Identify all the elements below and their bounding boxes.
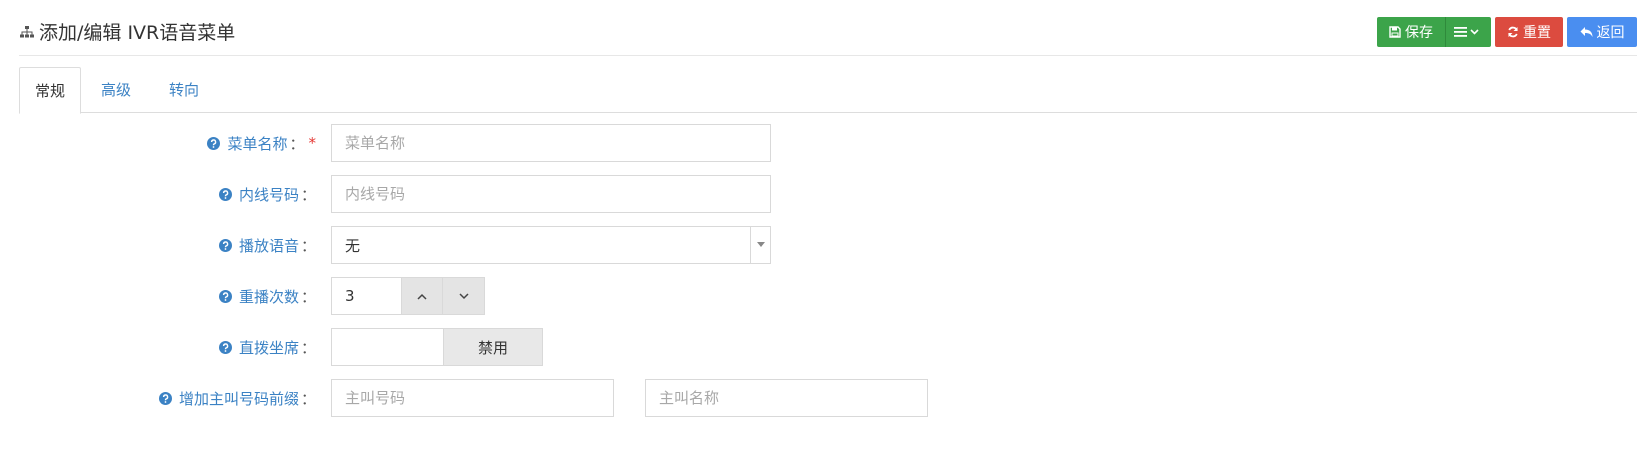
tab-redirect[interactable]: 转向 [153, 67, 215, 113]
refresh-icon [1508, 26, 1518, 38]
extension-label-text: 内线号码 [238, 185, 299, 204]
menu-name-input[interactable] [331, 124, 771, 162]
play-voice-select[interactable]: 无 [331, 226, 771, 264]
toolbar: 保存 重置 返回 [1377, 17, 1637, 47]
question-circle-icon[interactable] [218, 187, 232, 201]
play-voice-label-text: 播放语音 [238, 236, 299, 255]
form-row-caller-prefix: 增加主叫号码前缀 ： [0, 379, 1650, 417]
caller-prefix-label: 增加主叫号码前缀 ： [158, 379, 316, 417]
sitemap-icon [19, 24, 35, 40]
tab-general[interactable]: 常规 [19, 67, 81, 114]
menu-name-label: 菜单名称 ： * [207, 124, 316, 162]
chevron-up-icon [417, 293, 427, 300]
tab-advanced[interactable]: 高级 [85, 67, 147, 113]
tab-bar: 常规 高级 转向 [19, 67, 1637, 114]
play-voice-selected-value: 无 [345, 236, 361, 255]
increment-button[interactable] [401, 277, 443, 315]
reset-label: 重置 [1523, 25, 1551, 41]
chevron-down-icon [458, 292, 469, 299]
form-row-menu-name: 菜单名称 ： * [0, 124, 1650, 162]
floppy-disk-icon [1389, 26, 1401, 38]
toggle-on-side[interactable] [331, 328, 444, 366]
question-circle-icon[interactable] [207, 136, 221, 150]
page-header: 添加/编辑 IVR语音菜单 保存 重置 返回 [19, 0, 1637, 56]
replay-count-input[interactable]: 3 [331, 277, 401, 315]
question-circle-icon[interactable] [218, 238, 232, 252]
decrement-button[interactable] [443, 277, 485, 315]
form-row-replay-count: 重播次数 ： 3 [0, 277, 1650, 315]
replay-count-label-text: 重播次数 [238, 287, 299, 306]
back-label: 返回 [1596, 25, 1625, 41]
replay-count-stepper: 3 [331, 277, 485, 315]
extension-label: 内线号码 ： [218, 175, 316, 213]
question-circle-icon[interactable] [158, 391, 172, 405]
label-colon: ： [300, 185, 316, 204]
caller-number-input[interactable] [331, 379, 614, 417]
page-title: 添加/编辑 IVR语音菜单 [19, 18, 235, 45]
question-circle-icon[interactable] [218, 289, 232, 303]
direct-dial-label: 直拨坐席 ： [218, 328, 316, 366]
form-row-extension: 内线号码 ： [0, 175, 1650, 213]
caller-name-input[interactable] [645, 379, 928, 417]
form-row-direct-dial: 直拨坐席 ： 禁用 [0, 328, 1650, 366]
reset-button[interactable]: 重置 [1495, 17, 1563, 47]
form-row-play-voice: 播放语音 ： 无 [0, 226, 1650, 264]
label-colon: ： [300, 287, 316, 306]
label-colon: ： [300, 389, 316, 408]
back-button[interactable]: 返回 [1567, 17, 1637, 47]
caller-prefix-label-text: 增加主叫号码前缀 [178, 389, 299, 408]
save-button[interactable]: 保存 [1377, 17, 1445, 47]
extension-input[interactable] [331, 175, 771, 213]
label-colon: ： [300, 338, 316, 357]
more-actions-dropdown-button[interactable] [1445, 17, 1491, 47]
label-colon: ： [289, 134, 305, 153]
toggle-disabled-label[interactable]: 禁用 [444, 328, 543, 366]
caret-down-icon[interactable] [750, 227, 770, 263]
direct-dial-toggle[interactable]: 禁用 [331, 328, 543, 366]
page-title-text: 添加/编辑 IVR语音菜单 [39, 22, 236, 44]
question-circle-icon[interactable] [218, 340, 232, 354]
direct-dial-label-text: 直拨坐席 [238, 338, 299, 357]
menu-name-label-text: 菜单名称 [227, 134, 288, 153]
replay-count-label: 重播次数 ： [218, 277, 316, 315]
save-label: 保存 [1405, 25, 1433, 41]
play-voice-label: 播放语音 ： [218, 226, 316, 264]
list-dropdown-icon [1453, 27, 1479, 37]
label-colon: ： [300, 236, 316, 255]
reply-icon [1580, 27, 1592, 37]
required-mark: * [308, 134, 317, 152]
